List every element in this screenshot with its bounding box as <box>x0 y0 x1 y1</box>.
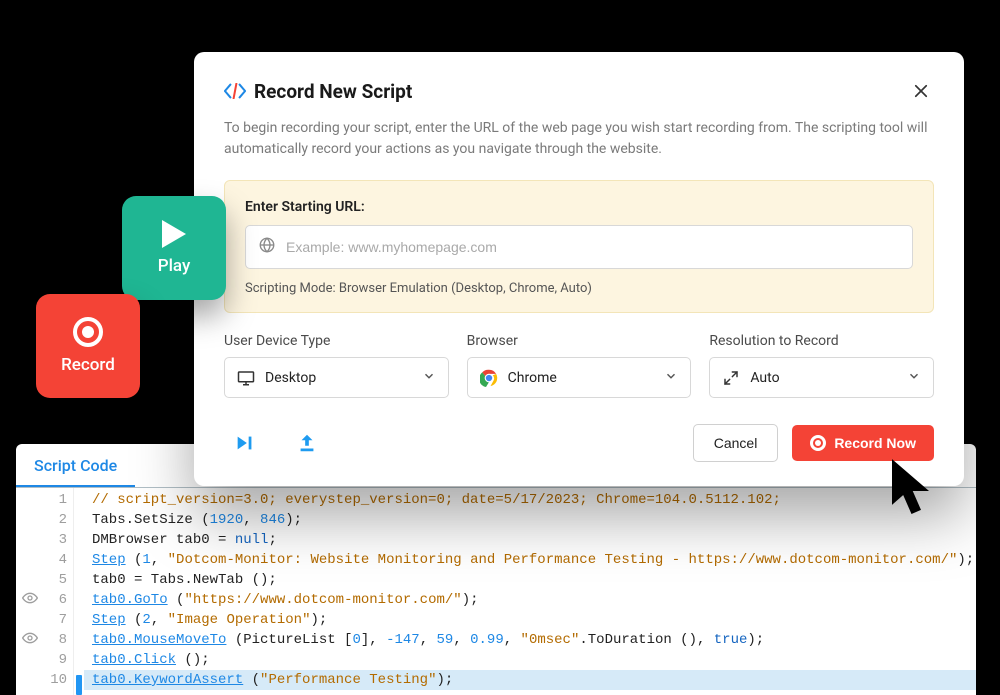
expand-icon <box>722 371 740 385</box>
play-tile[interactable]: Play <box>122 196 226 300</box>
eye-icon[interactable] <box>16 590 44 610</box>
close-button[interactable] <box>908 78 934 104</box>
step-forward-icon[interactable] <box>234 432 256 454</box>
play-icon <box>162 220 186 248</box>
tab-script-code[interactable]: Script Code <box>16 444 135 487</box>
chevron-down-icon <box>422 368 436 387</box>
monitor-icon <box>237 371 255 385</box>
device-type-select[interactable]: Desktop <box>224 357 449 398</box>
chevron-down-icon <box>664 368 678 387</box>
chrome-icon <box>480 371 498 385</box>
visibility-gutter <box>16 488 44 695</box>
code-line: DMBrowser tab0 = null; <box>92 530 968 550</box>
code-line: tab0.GoTo ("https://www.dotcom-monitor.c… <box>92 590 968 610</box>
resolution-label: Resolution to Record <box>709 333 934 349</box>
dialog-title: Record New Script <box>254 80 898 103</box>
cancel-button[interactable]: Cancel <box>693 424 779 462</box>
record-tile[interactable]: Record <box>36 294 140 398</box>
record-now-button[interactable]: Record Now <box>792 425 934 461</box>
starting-url-section: Enter Starting URL: Scripting Mode: Brow… <box>224 180 934 313</box>
browser-select[interactable]: Chrome <box>467 357 692 398</box>
record-new-script-dialog: Record New Script To begin recording you… <box>194 52 964 486</box>
record-label: Record <box>61 355 115 375</box>
browser-value: Chrome <box>508 370 655 386</box>
code-line: Tabs.SetSize (1920, 846); <box>92 510 968 530</box>
url-input-wrap[interactable] <box>245 225 913 269</box>
device-type-label: User Device Type <box>224 333 449 349</box>
code-line: tab0.KeywordAssert ("Performance Testing… <box>84 670 976 690</box>
globe-icon <box>258 236 276 258</box>
record-icon <box>810 435 826 451</box>
url-label: Enter Starting URL: <box>245 199 913 215</box>
device-type-value: Desktop <box>265 370 412 386</box>
code-line: tab0.Click (); <box>92 650 968 670</box>
cursor-icon <box>888 458 938 518</box>
resolution-select[interactable]: Auto <box>709 357 934 398</box>
starting-url-input[interactable] <box>286 239 900 255</box>
eye-icon[interactable] <box>16 630 44 650</box>
browser-label: Browser <box>467 333 692 349</box>
record-now-label: Record Now <box>834 435 916 451</box>
record-icon <box>73 317 103 347</box>
scripting-mode-text: Scripting Mode: Browser Emulation (Deskt… <box>245 281 913 296</box>
code-lines[interactable]: // script_version=3.0; everystep_version… <box>84 488 976 695</box>
code-line: tab0 = Tabs.NewTab (); <box>92 570 968 590</box>
code-line: tab0.MouseMoveTo (PictureList [0], -147,… <box>92 630 968 650</box>
code-line: Step (2, "Image Operation"); <box>92 610 968 630</box>
code-line: Step (1, "Dotcom-Monitor: Website Monito… <box>92 550 968 570</box>
code-editor[interactable]: 12345 678910 // script_version=3.0; ever… <box>16 488 976 695</box>
breakpoint-marker[interactable] <box>76 675 82 695</box>
code-icon <box>224 83 244 99</box>
dialog-description: To begin recording your script, enter th… <box>224 118 934 160</box>
chevron-down-icon <box>907 368 921 387</box>
breakpoint-gutter[interactable] <box>74 488 84 695</box>
line-number-gutter: 12345 678910 <box>44 488 74 695</box>
resolution-value: Auto <box>750 370 897 386</box>
play-label: Play <box>158 256 191 276</box>
upload-icon[interactable] <box>296 432 318 454</box>
code-line: // script_version=3.0; everystep_version… <box>92 490 968 510</box>
